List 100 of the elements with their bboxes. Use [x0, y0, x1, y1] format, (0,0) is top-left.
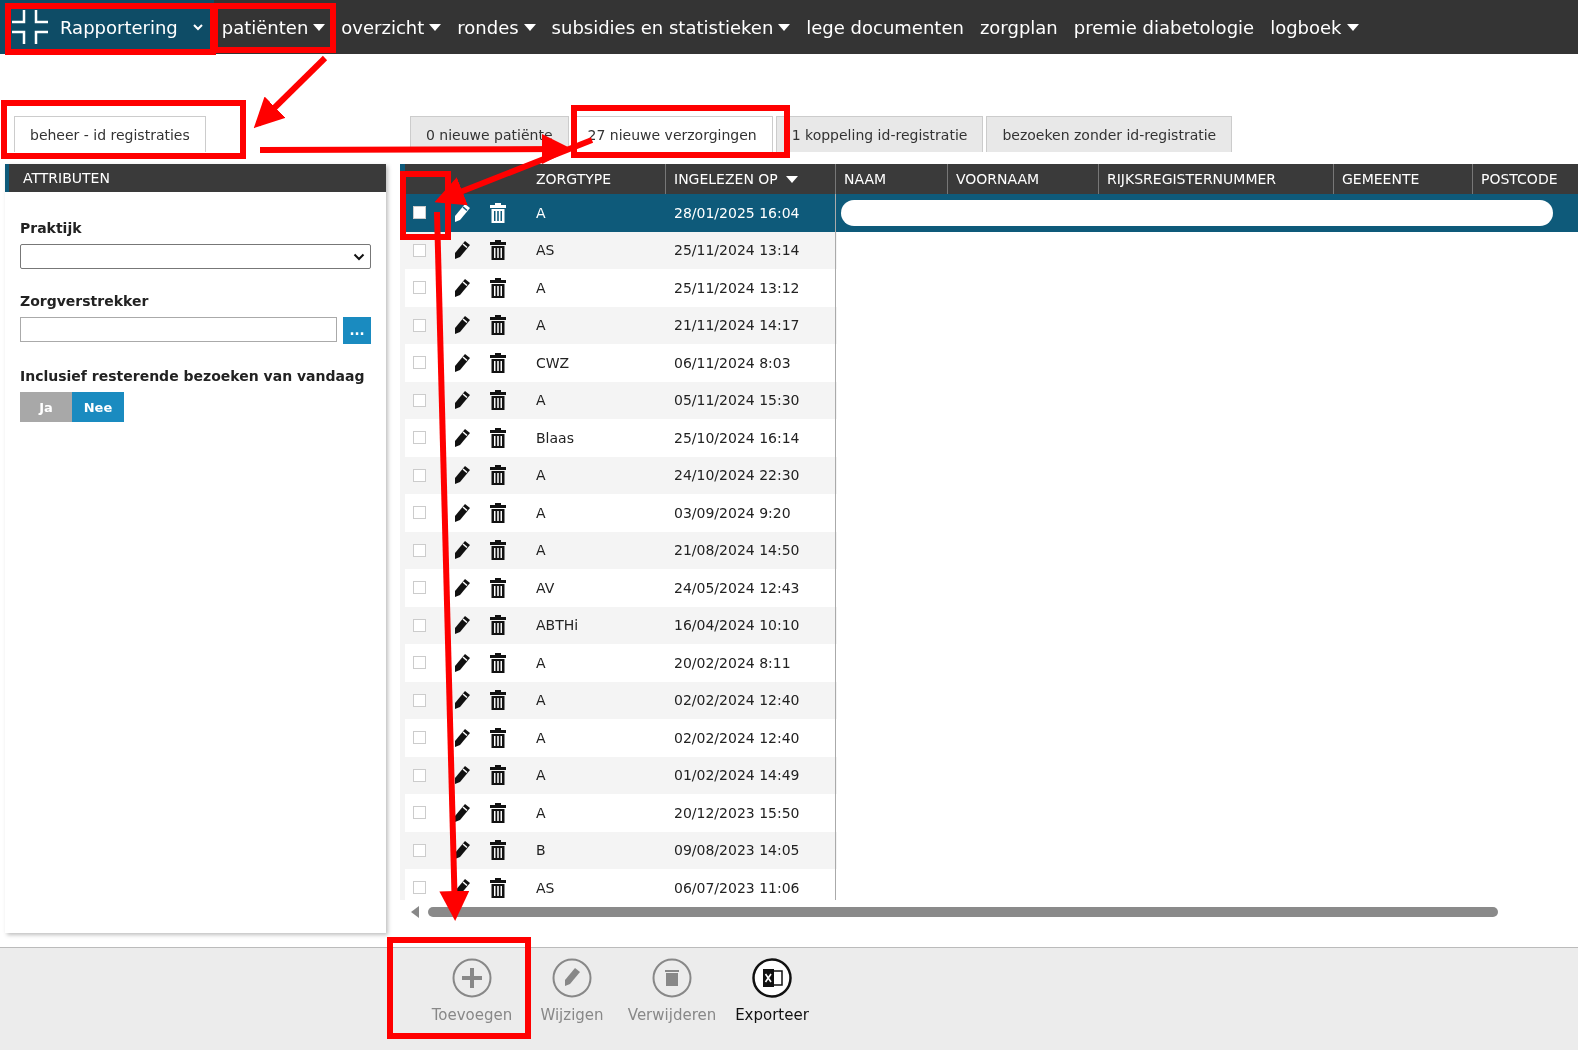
lookup-button[interactable]: ... — [343, 317, 371, 344]
table-cell: 28/01/2025 16:04 — [666, 194, 836, 232]
trash-icon[interactable] — [490, 240, 506, 261]
trash-icon[interactable] — [490, 465, 506, 486]
spreadsheet-icon — [752, 958, 792, 998]
table-cell-text: A — [535, 203, 547, 223]
pencil-icon[interactable] — [453, 502, 471, 523]
pencil-icon[interactable] — [453, 240, 471, 261]
tab[interactable]: bezoeken zonder id-registratie — [986, 116, 1233, 152]
trash-icon[interactable] — [490, 202, 506, 223]
table-cell: 25/11/2024 13:12 — [666, 269, 836, 307]
trash-icon[interactable] — [490, 502, 506, 523]
trash-icon[interactable] — [490, 427, 506, 448]
checkbox[interactable] — [413, 506, 426, 520]
trash-icon[interactable] — [490, 540, 506, 561]
trash-icon[interactable] — [490, 840, 506, 861]
pencil-icon[interactable] — [453, 427, 471, 448]
table-cell-text: A — [535, 653, 547, 673]
pencil-icon[interactable] — [453, 540, 471, 561]
pencil-icon[interactable] — [453, 577, 471, 598]
table-cell-text: A — [535, 466, 547, 486]
trash-icon[interactable] — [490, 352, 506, 373]
pencil-icon[interactable] — [453, 652, 471, 673]
trash-icon[interactable] — [490, 877, 506, 898]
checkbox[interactable] — [413, 243, 426, 257]
nav-menu-item[interactable]: rondes — [449, 16, 544, 38]
annotation-box — [400, 171, 451, 240]
checkbox[interactable] — [413, 806, 426, 820]
pencil-icon[interactable] — [453, 727, 471, 748]
table-cell-text: A — [535, 766, 547, 786]
checkbox[interactable] — [413, 843, 426, 857]
table-cell-text: A — [535, 541, 547, 561]
pencil-icon[interactable] — [453, 802, 471, 823]
trash-icon[interactable] — [490, 390, 506, 411]
checkbox[interactable] — [413, 318, 426, 332]
pencil-icon[interactable] — [453, 390, 471, 411]
checkbox[interactable] — [413, 881, 426, 895]
checkbox[interactable] — [413, 206, 426, 220]
pencil-icon[interactable] — [453, 765, 471, 786]
checkbox[interactable] — [413, 731, 426, 745]
table-cell-text: Blaas — [535, 428, 575, 448]
trash-icon[interactable] — [490, 315, 506, 336]
nav-menu-item[interactable]: subsidies en statistieken — [543, 16, 799, 38]
scrollbar-thumb[interactable] — [428, 907, 1498, 917]
nav-menu-item[interactable]: premie diabetologie — [1065, 16, 1263, 38]
table-cell: 20/02/2024 8:11 — [666, 644, 836, 682]
nav-menu-item[interactable]: overzicht — [333, 16, 450, 38]
trash-icon[interactable] — [490, 577, 506, 598]
pencil-icon[interactable] — [453, 202, 471, 223]
checkbox[interactable] — [413, 543, 426, 557]
table-cell-text: ABTHi — [535, 616, 580, 636]
trash-icon[interactable] — [490, 615, 506, 636]
field-label: Praktijk — [20, 220, 83, 236]
trash-icon[interactable] — [490, 802, 506, 823]
table-cell: 06/11/2024 8:03 — [666, 344, 836, 382]
checkbox[interactable] — [413, 356, 426, 370]
caret-icon — [523, 23, 536, 31]
pencil-icon[interactable] — [453, 465, 471, 486]
checkbox[interactable] — [413, 468, 426, 482]
toggle-option[interactable]: Nee — [72, 392, 124, 422]
checkbox[interactable] — [413, 281, 426, 295]
nav-menu-item[interactable]: patiënten — [213, 16, 334, 38]
dropdown-field[interactable] — [20, 244, 371, 269]
nav-menu-item[interactable]: logboek — [1262, 16, 1367, 38]
field-label: Inclusief resterende bezoeken van vandaag — [20, 368, 366, 384]
trash-icon[interactable] — [490, 277, 506, 298]
tab[interactable]: beheer - id registraties — [14, 116, 206, 152]
nav-menu-item[interactable]: lege documenten — [798, 16, 972, 38]
checkbox[interactable] — [413, 581, 426, 595]
toolbar-button[interactable]: Exporteer — [722, 948, 822, 1050]
trash-icon[interactable] — [490, 652, 506, 673]
checkbox[interactable] — [413, 768, 426, 782]
pencil-icon[interactable] — [453, 690, 471, 711]
checkbox[interactable] — [413, 618, 426, 632]
checkbox[interactable] — [413, 393, 426, 407]
pencil-icon[interactable] — [453, 315, 471, 336]
pencil-icon[interactable] — [453, 277, 471, 298]
checkbox[interactable] — [413, 693, 426, 707]
pencil-icon[interactable] — [453, 615, 471, 636]
table-cell-text: A — [535, 691, 547, 711]
pencil-icon[interactable] — [453, 352, 471, 373]
checkbox[interactable] — [413, 431, 426, 445]
checkbox[interactable] — [413, 656, 426, 670]
tab[interactable]: 1 koppeling id-registratie — [775, 116, 984, 152]
table-cell-text: AS — [535, 241, 556, 261]
pencil-icon[interactable] — [453, 840, 471, 861]
table-cell-text: A — [535, 391, 547, 411]
input-field[interactable] — [20, 317, 337, 342]
caret-icon — [778, 23, 791, 31]
trash-icon[interactable] — [490, 765, 506, 786]
nav-menu-item[interactable]: zorgplan — [971, 16, 1066, 38]
table-cell-text: A — [535, 803, 547, 823]
table-cell-text: B — [535, 841, 547, 861]
field-label: Zorgverstrekker — [20, 293, 150, 309]
table-cell-text: A — [535, 278, 547, 298]
table-cell-text: A — [535, 728, 547, 748]
trash-icon[interactable] — [490, 727, 506, 748]
pencil-icon — [552, 958, 592, 998]
scroll-left-icon[interactable] — [410, 906, 420, 918]
trash-icon[interactable] — [490, 690, 506, 711]
